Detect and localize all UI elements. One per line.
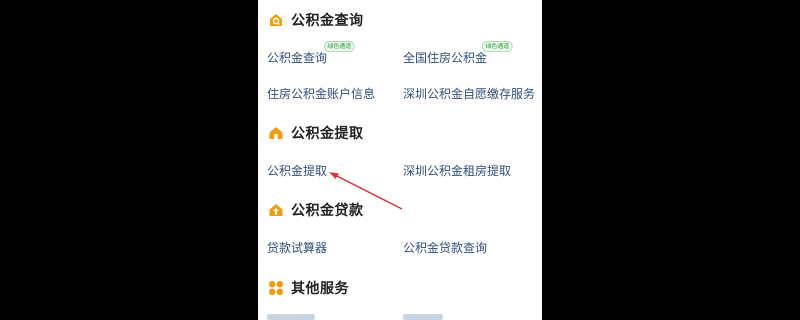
annotation-arrow xyxy=(329,172,403,210)
